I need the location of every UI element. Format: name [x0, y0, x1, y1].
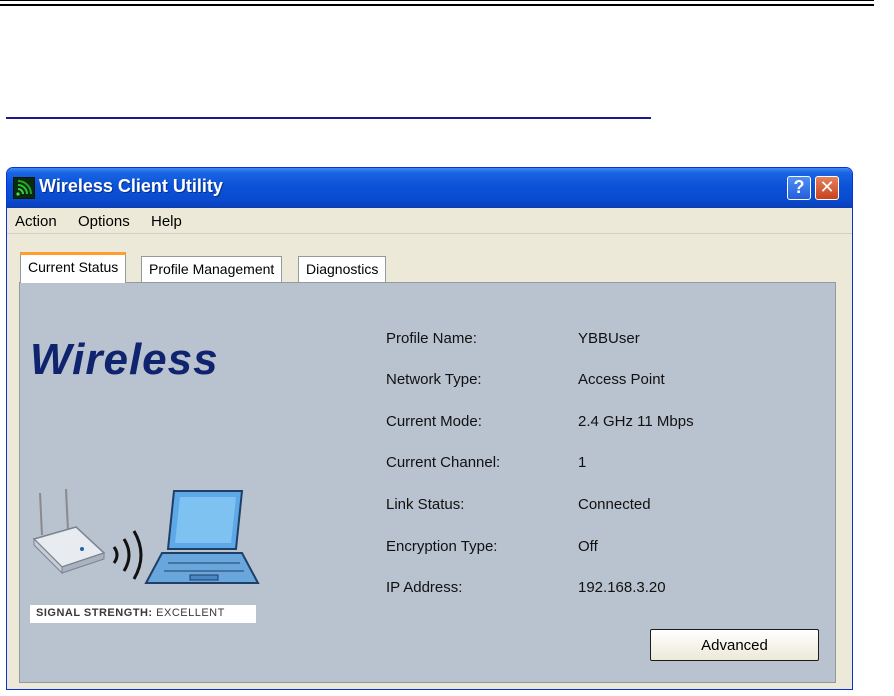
wireless-client-utility-window: Wireless Client Utility ? ✕ Action Optio… [6, 167, 853, 690]
advanced-button[interactable]: Advanced [650, 629, 819, 661]
close-button[interactable]: ✕ [815, 176, 839, 200]
signal-strength-value: EXCELLENT [156, 607, 225, 619]
document-top-rule [0, 0, 874, 6]
menu-options[interactable]: Options [78, 213, 130, 230]
link-status-label: Link Status: [386, 496, 465, 513]
access-point-icon [32, 488, 106, 575]
ip-address-value: 192.168.3.20 [578, 579, 666, 596]
help-button[interactable]: ? [787, 176, 811, 200]
signal-strength-indicator: SIGNAL STRENGTH: EXCELLENT [30, 605, 256, 623]
profile-name-value: YBBUser [578, 330, 640, 347]
menu-help[interactable]: Help [151, 213, 182, 230]
current-channel-value: 1 [578, 454, 587, 471]
current-mode-label: Current Mode: [386, 413, 482, 430]
link-status-value: Connected [578, 496, 651, 513]
tab-diagnostics[interactable]: Diagnostics [298, 256, 387, 282]
encryption-type-label: Encryption Type: [386, 538, 498, 555]
menu-action[interactable]: Action [15, 213, 57, 230]
profile-name-label: Profile Name: [386, 330, 477, 347]
wireless-logo: Wireless [30, 335, 219, 384]
current-channel-label: Current Channel: [386, 454, 501, 471]
current-status-panel: Wireless SIGNAL STRENGTH: EXCELLENT Prof… [19, 282, 836, 683]
network-type-value: Access Point [578, 371, 665, 388]
laptop-icon [144, 490, 260, 584]
document-link-underline [6, 117, 651, 119]
current-mode-value: 2.4 GHz 11 Mbps [578, 413, 694, 430]
encryption-type-value: Off [578, 538, 598, 555]
tab-current-status[interactable]: Current Status [20, 252, 127, 283]
page: Wireless Client Utility ? ✕ Action Optio… [0, 0, 894, 696]
wireless-signal-icon [13, 177, 35, 199]
network-type-label: Network Type: [386, 371, 482, 388]
menu-bar: Action Options Help [7, 208, 852, 234]
window-title: Wireless Client Utility [39, 176, 223, 196]
signal-waves-icon [112, 530, 143, 580]
connection-graphic [30, 483, 260, 593]
title-bar[interactable]: Wireless Client Utility ? ✕ [7, 168, 852, 208]
ip-address-label: IP Address: [386, 579, 463, 596]
signal-strength-label: SIGNAL STRENGTH: [36, 607, 153, 619]
tab-profile-management[interactable]: Profile Management [141, 256, 283, 282]
